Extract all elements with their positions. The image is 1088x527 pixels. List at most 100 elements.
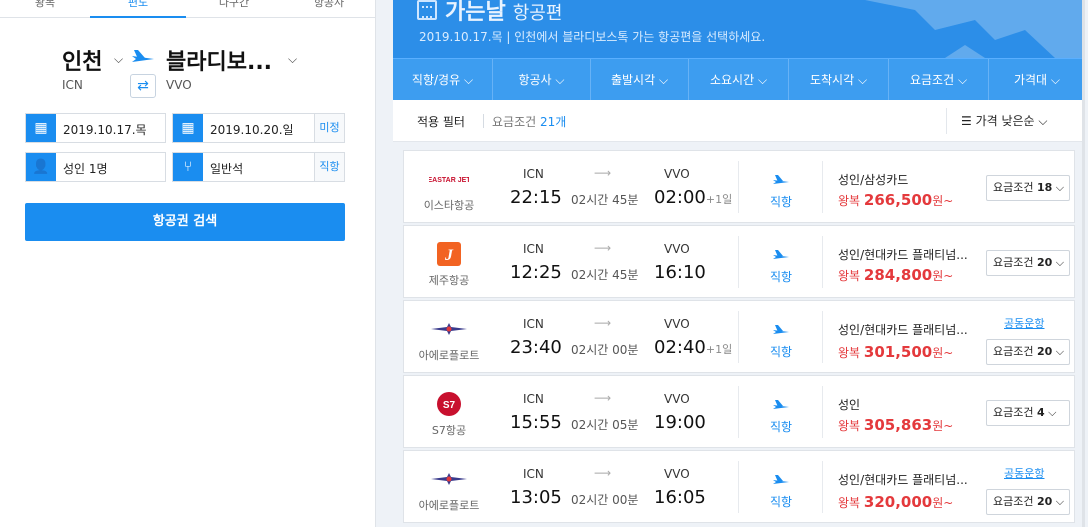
airline-logo-icon bbox=[429, 317, 469, 341]
departure-time: 15:55 bbox=[510, 412, 562, 433]
flight-result-card[interactable]: S7 S7항공 ICN 15:55 ⟶ 02시간 05분 VVO 19:00 직… bbox=[403, 375, 1075, 448]
departure-code: ICN bbox=[523, 467, 544, 481]
airline-info: J 제주항공 bbox=[404, 226, 494, 299]
swap-route-button[interactable]: ⇄ bbox=[130, 74, 156, 98]
plane-icon bbox=[772, 323, 790, 337]
direct-flight-label: 직항 bbox=[770, 495, 793, 509]
filter-arrive-time[interactable]: 도착시각 ⌵ bbox=[789, 59, 889, 101]
divider bbox=[822, 311, 823, 363]
direct-flight-label: 직항 bbox=[770, 195, 793, 209]
fare-conditions-dropdown[interactable]: 요금조건 18 ⌵ bbox=[986, 175, 1070, 201]
arrival-code: VVO bbox=[664, 467, 690, 481]
applied-filter-chip[interactable]: 요금조건 21개 bbox=[492, 113, 566, 130]
fare-type: 성인 bbox=[838, 398, 861, 412]
scrollbar[interactable] bbox=[1082, 0, 1085, 527]
arrival-code: VVO bbox=[664, 392, 690, 406]
divider bbox=[738, 461, 739, 513]
departure-time: 22:15 bbox=[510, 187, 562, 208]
arrow-right-icon: ⟶ bbox=[594, 466, 612, 480]
svg-text:S7: S7 bbox=[443, 400, 456, 411]
arrival-time: 02:40+1일 bbox=[654, 337, 733, 358]
fare-type: 성인/현대카드 플래티넘... bbox=[838, 323, 968, 337]
destination-city[interactable]: 블라디보... bbox=[166, 44, 272, 76]
divider bbox=[822, 161, 823, 213]
departure-code: ICN bbox=[523, 242, 544, 256]
divider bbox=[822, 386, 823, 438]
calendar-icon bbox=[417, 0, 437, 20]
filter-stops[interactable]: 직항/경유 ⌵ bbox=[393, 59, 493, 101]
arrival-time: 02:00+1일 bbox=[654, 187, 733, 208]
flight-result-card[interactable]: J 제주항공 ICN 12:25 ⟶ 02시간 45분 VVO 16:10 직항… bbox=[403, 225, 1075, 298]
trip-type-tabs: 왕복 편도 다구간 항공사 bbox=[0, 0, 376, 18]
return-date-field[interactable]: ▦ 2019.10.20.일 미정 bbox=[172, 113, 345, 143]
tab-oneway[interactable]: 편도 bbox=[90, 0, 186, 18]
origin-code: ICN bbox=[62, 78, 83, 92]
divider bbox=[738, 311, 739, 363]
fare-type: 성인/삼성카드 bbox=[838, 173, 909, 187]
flight-result-card[interactable]: 아에로플로트 ICN 23:40 ⟶ 02시간 00분 VVO 02:40+1일… bbox=[403, 300, 1075, 373]
arrival-code: VVO bbox=[664, 317, 690, 331]
departure-time: 23:40 bbox=[510, 337, 562, 358]
direct-only-toggle[interactable]: 직항 bbox=[314, 153, 344, 181]
next-day-indicator: +1일 bbox=[705, 193, 733, 206]
arrival-time: 19:00 bbox=[654, 412, 706, 433]
seat-class-value: 일반석 bbox=[210, 162, 244, 176]
airline-info: S7 S7항공 bbox=[404, 376, 494, 449]
search-panel: 왕복 편도 다구간 항공사 인천 ⌵ ICN ⇄ 블라디보... ⌵ VVO ▦… bbox=[0, 0, 376, 527]
divider bbox=[738, 161, 739, 213]
fare-type: 성인/현대카드 플래티넘... bbox=[838, 248, 968, 262]
departure-code: ICN bbox=[523, 317, 544, 331]
filter-price-range[interactable]: 가격대 ⌵ bbox=[989, 59, 1085, 101]
chevron-down-icon[interactable]: ⌵ bbox=[114, 52, 123, 67]
applied-filters-label: 적용 필터 bbox=[417, 115, 465, 129]
person-icon: 👤 bbox=[26, 153, 56, 181]
fare-conditions-dropdown[interactable]: 요금조건 4 ⌵ bbox=[986, 400, 1070, 426]
route-selector: 인천 ⌵ ICN ⇄ 블라디보... ⌵ VVO bbox=[62, 44, 362, 100]
airline-name: 제주항공 bbox=[428, 274, 470, 287]
passenger-value: 성인 1명 bbox=[63, 162, 108, 176]
codeshare-link[interactable]: 공동운항 bbox=[1004, 315, 1044, 331]
results-panel: 가는날 항공편 2019.10.17.목 | 인천에서 블라디보스톡 가는 항공… bbox=[393, 0, 1085, 527]
fare-conditions-dropdown[interactable]: 요금조건 20 ⌵ bbox=[986, 250, 1070, 276]
arrival-code: VVO bbox=[664, 167, 690, 181]
passenger-field[interactable]: 👤 성인 1명 bbox=[25, 152, 166, 182]
airline-logo-icon: EASTAR JET bbox=[427, 167, 471, 191]
filter-depart-time[interactable]: 출발시각 ⌵ bbox=[591, 59, 689, 101]
codeshare-link[interactable]: 공동운항 bbox=[1004, 465, 1044, 481]
filter-duration[interactable]: 소요시간 ⌵ bbox=[689, 59, 789, 101]
plane-icon bbox=[772, 248, 790, 262]
return-undecided-toggle[interactable]: 미정 bbox=[314, 114, 344, 142]
flight-result-card[interactable]: EASTAR JET 이스타항공 ICN 22:15 ⟶ 02시간 45분 VV… bbox=[403, 150, 1075, 223]
chevron-down-icon[interactable]: ⌵ bbox=[288, 52, 297, 67]
origin-city[interactable]: 인천 bbox=[62, 44, 102, 76]
tab-multi[interactable]: 다구간 bbox=[186, 0, 282, 18]
airline-logo-icon: J bbox=[429, 242, 469, 266]
price: 왕복 301,500원~ bbox=[838, 343, 954, 361]
fare-conditions-dropdown[interactable]: 요금조건 20 ⌵ bbox=[986, 489, 1070, 515]
seat-class-field[interactable]: ⑂ 일반석 직항 bbox=[172, 152, 345, 182]
airline-logo-icon: S7 bbox=[429, 392, 469, 416]
price: 왕복 305,863원~ bbox=[838, 416, 954, 434]
filter-fare-condition[interactable]: 요금조건 ⌵ bbox=[889, 59, 989, 101]
direct-flight-label: 직항 bbox=[770, 345, 793, 359]
departure-code: ICN bbox=[523, 392, 544, 406]
filter-bar: 직항/경유 ⌵ 항공사 ⌵ 출발시각 ⌵ 소요시간 ⌵ 도착시각 ⌵ 요금조건 … bbox=[393, 58, 1085, 101]
sort-dropdown[interactable]: ☰ 가격 낮은순 ⌵ bbox=[946, 108, 1061, 134]
airline-name: 아에로플로트 bbox=[418, 349, 480, 362]
search-flights-button[interactable]: 항공권 검색 bbox=[25, 203, 345, 241]
tab-airline[interactable]: 항공사 bbox=[282, 0, 376, 18]
fare-conditions-dropdown[interactable]: 요금조건 20 ⌵ bbox=[986, 339, 1070, 365]
arrow-right-icon: ⟶ bbox=[594, 166, 612, 180]
flight-duration: 02시간 00분 bbox=[571, 493, 639, 507]
calendar-icon: ▦ bbox=[173, 114, 203, 142]
flight-duration: 02시간 00분 bbox=[571, 343, 639, 357]
filter-airline[interactable]: 항공사 ⌵ bbox=[493, 59, 591, 101]
depart-date-field[interactable]: ▦ 2019.10.17.목 bbox=[25, 113, 166, 143]
direct-flight-label: 직항 bbox=[770, 270, 793, 284]
return-date-value: 2019.10.20.일 bbox=[210, 123, 294, 137]
flight-result-card[interactable]: 아에로플로트 ICN 13:05 ⟶ 02시간 00분 VVO 16:05 직항… bbox=[403, 450, 1075, 523]
header-subtitle: 2019.10.17.목 | 인천에서 블라디보스톡 가는 항공편을 선택하세요… bbox=[419, 30, 766, 44]
plane-icon bbox=[132, 50, 154, 62]
tab-roundtrip[interactable]: 왕복 bbox=[0, 0, 90, 18]
airline-logo-icon bbox=[429, 467, 469, 491]
